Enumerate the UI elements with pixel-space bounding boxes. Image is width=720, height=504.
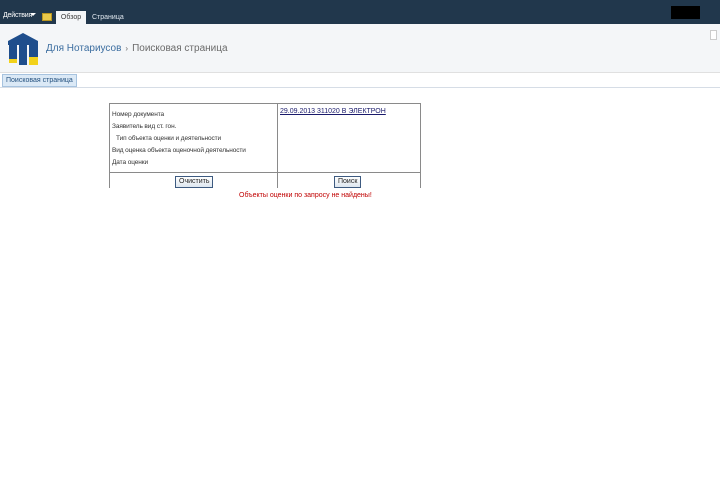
breadcrumb-separator: › [125,44,129,53]
site-logo-icon[interactable] [6,33,40,65]
field-label: Дата оценки [112,159,149,166]
document-value-link[interactable]: 29.09.2013 311020 В ЭЛЕКТРОН [280,108,386,115]
form-labels: Номер документа Заявитель вид ст. гон. Т… [112,109,276,169]
site-actions-menu[interactable]: Действия [3,12,32,19]
page-title: Поисковая страница [132,43,228,54]
table-divider [277,104,278,188]
field-label: Номер документа [112,111,165,118]
search-form: Номер документа Заявитель вид ст. гон. Т… [109,103,421,188]
field-label: Тип объекта оценки и деятельности [116,135,222,142]
clear-button[interactable]: Очистить [175,176,214,188]
quick-nav-bar: Поисковая страница [0,73,720,88]
table-divider [110,172,420,173]
page-header: Для Нотариусов › Поисковая страница [0,24,720,73]
user-menu[interactable] [671,6,700,19]
chevron-down-icon[interactable] [30,13,36,16]
breadcrumb: Для Нотариусов › Поисковая страница [46,43,228,54]
field-label: Вид оценка объекта оценочной деятельност… [112,147,246,154]
search-button[interactable]: Поиск [334,176,362,188]
scroll-indicator[interactable] [710,30,717,40]
folder-icon[interactable] [42,13,52,21]
tab-page[interactable]: Страница [92,11,124,24]
ribbon-bar: Действия Обзор Страница [0,0,720,24]
field-label: Заявитель вид ст. гон. [112,123,177,130]
tab-browse[interactable]: Обзор [56,11,86,24]
breadcrumb-root-link[interactable]: Для Нотариусов [46,43,121,54]
error-message: Объекты оценки по запросу не найдены! [239,192,372,199]
nav-item-search-page[interactable]: Поисковая страница [2,74,77,87]
